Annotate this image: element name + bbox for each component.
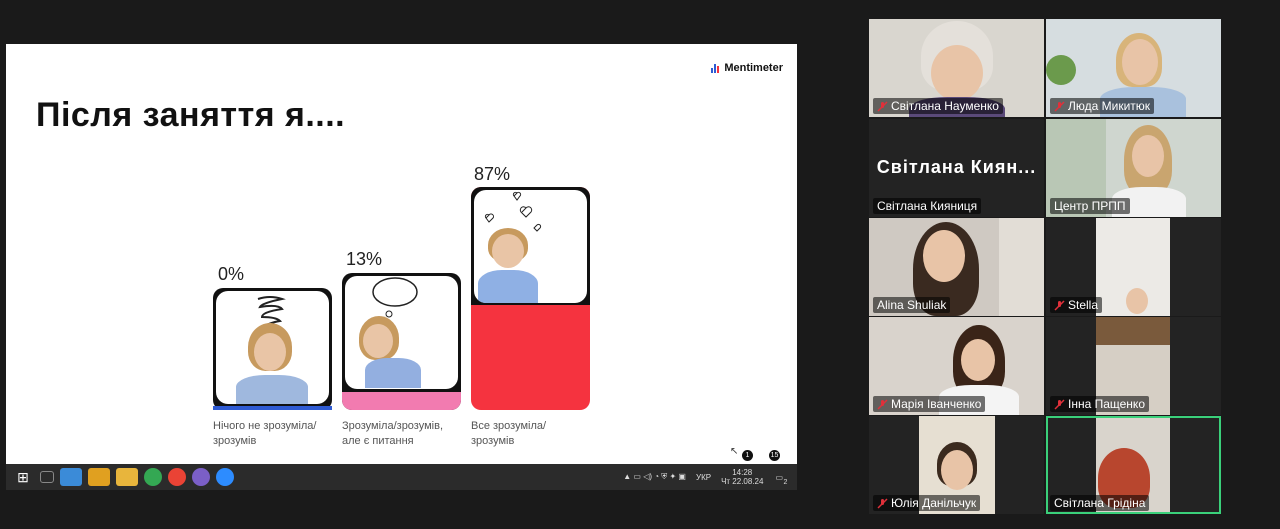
mic-muted-icon bbox=[877, 100, 888, 112]
participant-tile-naumenko[interactable]: Світлана Науменко bbox=[869, 19, 1044, 117]
bar-label-1: Зрозуміла/зрозумів, але є питання bbox=[342, 419, 443, 449]
bar-label-1-line1: Зрозуміла/зрозумів, bbox=[342, 420, 444, 432]
participant-tile-kyianytsia[interactable]: Світлана Киян... Світлана Кияниця bbox=[869, 119, 1044, 217]
bar-percent-1: 13% bbox=[346, 249, 383, 269]
tray-icons[interactable]: ▲ ▭ ◁) ◔ ⛨ ✦ ▣ bbox=[623, 472, 686, 482]
viber-icon[interactable] bbox=[192, 468, 210, 486]
participant-name: Люда Микитюк bbox=[1068, 99, 1151, 113]
participant-name: Світлана Грідіна bbox=[1054, 496, 1146, 510]
folder-icon[interactable] bbox=[116, 468, 138, 486]
participant-name: Світлана Науменко bbox=[891, 99, 999, 113]
participant-name-label: Alina Shuliak bbox=[873, 297, 951, 313]
bar-label-1-line2: але є питання bbox=[342, 435, 414, 447]
participant-tile-center-prpp[interactable]: Центр ПРПП bbox=[1046, 119, 1221, 217]
reaction-count-badge: 1 bbox=[742, 450, 753, 461]
shared-screen: Mentimeter Після заняття я.... 0% Нічого… bbox=[6, 44, 797, 490]
bar-image-2 bbox=[474, 190, 587, 303]
bar-fill-2 bbox=[471, 305, 590, 410]
participant-name-label: Світлана Науменко bbox=[873, 98, 1003, 114]
slide-title: Після заняття я.... bbox=[36, 96, 346, 134]
bar-label-0: Нічого не зрозуміла/ зрозумів bbox=[213, 419, 316, 449]
participant-name-label: Інна Пащенко bbox=[1050, 396, 1149, 412]
participant-name: Юлія Данільчук bbox=[891, 496, 977, 510]
participant-gallery: Світлана Науменко Люда Микитюк Світлана … bbox=[869, 19, 1222, 517]
participant-name-label: Центр ПРПП bbox=[1050, 198, 1130, 214]
participant-display-name: Світлана Киян... bbox=[876, 157, 1037, 177]
participant-name-label: Stella bbox=[1050, 297, 1103, 313]
bar-percent-2: 87% bbox=[474, 164, 511, 184]
bar-fill-1 bbox=[342, 392, 461, 410]
participant-tile-pashchenko[interactable]: Інна Пащенко bbox=[1046, 317, 1221, 415]
cursor-icon: ↖ bbox=[730, 446, 739, 457]
participant-tile-stella[interactable]: Stella bbox=[1046, 218, 1221, 316]
bar-image-1 bbox=[345, 276, 458, 389]
bar-image-frame-2 bbox=[471, 187, 590, 305]
clock[interactable]: 14:28 Чт 22.08.24 bbox=[721, 468, 763, 486]
participant-name: Stella bbox=[1068, 298, 1099, 312]
bar-image-0 bbox=[216, 291, 329, 404]
bar-percent-0: 0% bbox=[218, 264, 245, 284]
participant-name: Alina Shuliak bbox=[877, 298, 947, 312]
participant-tile-ivanchenko[interactable]: Марія Іванченко bbox=[869, 317, 1044, 415]
bar-card-1 bbox=[342, 273, 461, 410]
app-icon-1[interactable] bbox=[60, 468, 82, 486]
bar-fill-0 bbox=[213, 406, 332, 410]
bar-label-2-line1: Все зрозуміла/ bbox=[471, 420, 547, 432]
mic-muted-icon bbox=[1054, 299, 1065, 311]
notification-count: 2 bbox=[783, 478, 788, 486]
chrome-icon-2[interactable] bbox=[168, 468, 186, 486]
chrome-icon[interactable] bbox=[144, 468, 162, 486]
brand-label: Mentimeter bbox=[724, 62, 783, 74]
participant-name: Інна Пащенко bbox=[1068, 397, 1145, 411]
bar-label-0-line1: Нічого не зрозуміла/ bbox=[213, 420, 317, 432]
participant-name-label: Світлана Грідіна bbox=[1050, 495, 1150, 511]
bar-card-2 bbox=[471, 187, 590, 410]
mic-muted-icon bbox=[877, 398, 888, 410]
participant-tile-danilchuk[interactable]: Юлія Данільчук bbox=[869, 416, 1044, 514]
mic-muted-icon bbox=[1054, 100, 1065, 112]
mentimeter-logo: Mentimeter bbox=[711, 62, 783, 74]
bar-label-2-line2: зрозумів bbox=[471, 435, 515, 447]
participant-tile-shuliak[interactable]: Alina Shuliak bbox=[869, 218, 1044, 316]
notification-icon[interactable]: ▭ 2 bbox=[775, 473, 787, 486]
task-view-icon[interactable] bbox=[40, 471, 54, 483]
participant-name-label: Юлія Данільчук bbox=[873, 495, 981, 511]
participant-name-label: Люда Микитюк bbox=[1050, 98, 1155, 114]
bar-card-0 bbox=[213, 288, 332, 410]
mic-muted-icon bbox=[1054, 398, 1065, 410]
mic-muted-icon bbox=[877, 497, 888, 509]
bar-label-2: Все зрозуміла/ зрозумів bbox=[471, 419, 546, 449]
clock-time: 14:28 bbox=[732, 468, 753, 477]
app-icon-2[interactable] bbox=[88, 468, 110, 486]
zoom-icon[interactable] bbox=[216, 468, 234, 486]
mentimeter-icon bbox=[711, 63, 720, 73]
participant-tile-mykytiuk[interactable]: Люда Микитюк bbox=[1046, 19, 1221, 117]
participant-name-label: Світлана Кияниця bbox=[873, 198, 982, 214]
participant-name: Світлана Кияниця bbox=[877, 199, 978, 213]
windows-taskbar: ⊞ ▲ ▭ ◁) ◔ ⛨ ✦ ▣ УКР 14:28 Чт 22.08.24 ▭… bbox=[6, 464, 797, 490]
participant-name: Марія Іванченко bbox=[891, 397, 982, 411]
participant-name: Центр ПРПП bbox=[1054, 199, 1126, 213]
participants-count-badge: 15 bbox=[769, 450, 780, 461]
bar-label-0-line2: зрозумів bbox=[213, 435, 257, 447]
participant-name-label: Марія Іванченко bbox=[873, 396, 986, 412]
windows-start-icon[interactable]: ⊞ bbox=[12, 468, 34, 486]
participant-tile-gridina-active-speaker[interactable]: Світлана Грідіна bbox=[1046, 416, 1221, 514]
language-indicator[interactable]: УКР bbox=[696, 473, 711, 482]
clock-date: Чт 22.08.24 bbox=[721, 477, 764, 486]
